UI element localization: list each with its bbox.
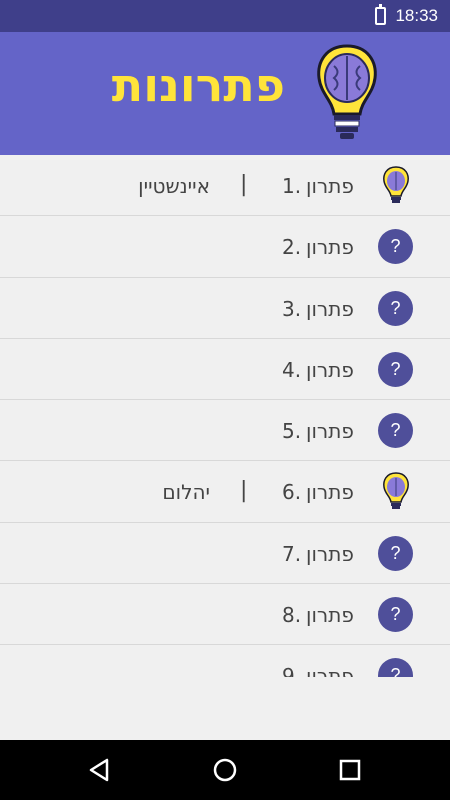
- solution-number: 5.: [282, 419, 302, 444]
- lightbulb-icon: [383, 472, 409, 510]
- question-icon: ?: [378, 413, 413, 449]
- solution-answer: איינשטיין: [138, 174, 210, 198]
- lightbulb-icon: [383, 166, 409, 203]
- header: פתרונות: [0, 32, 450, 155]
- solution-number: 6.: [282, 480, 302, 505]
- solution-label: פתרון: [306, 419, 354, 444]
- solution-number: 7.: [282, 541, 302, 566]
- question-icon: ?: [378, 229, 413, 265]
- solution-label: פתרון: [306, 541, 354, 566]
- navigation-bar: [0, 740, 450, 800]
- page-title: פתרונות: [111, 58, 285, 112]
- question-icon: ?: [378, 597, 413, 633]
- question-icon: ?: [378, 535, 413, 571]
- solution-row-7[interactable]: 7. פתרון ?: [0, 522, 450, 585]
- solution-row-5[interactable]: 5. פתרון ?: [0, 400, 450, 462]
- solution-label: פתרון: [306, 357, 354, 382]
- solution-label: פתרון: [306, 480, 354, 505]
- solution-label: פתרון: [306, 664, 354, 677]
- solution-row-1[interactable]: איינשטיין | 1. פתרון: [0, 155, 450, 217]
- solution-row-2[interactable]: 2. פתרון ?: [0, 216, 450, 278]
- solution-label: פתרון: [306, 174, 354, 198]
- battery-icon: [375, 4, 386, 25]
- recents-icon[interactable]: [335, 755, 365, 785]
- solution-number: 3.: [282, 296, 302, 321]
- solution-number: 1.: [282, 174, 302, 198]
- solution-number: 8.: [282, 603, 302, 628]
- question-icon: ?: [378, 351, 413, 387]
- solution-row-8[interactable]: 8. פתרון ?: [0, 584, 450, 646]
- question-icon: ?: [378, 290, 413, 326]
- solutions-list: איינשטיין | 1. פתרון 2. פתרון ? 3. פתרון…: [0, 155, 450, 677]
- lightbulb-brain-icon: [317, 44, 377, 139]
- solution-number: 2.: [282, 235, 302, 260]
- footer-area: [0, 677, 450, 740]
- back-icon[interactable]: [85, 755, 115, 785]
- solution-number: 9.: [282, 664, 302, 677]
- solution-label: פתרון: [306, 235, 354, 260]
- status-time: 18:33: [395, 6, 438, 25]
- solution-label: פתרון: [306, 296, 354, 321]
- solution-label: פתרון: [306, 603, 354, 628]
- question-icon: ?: [378, 658, 413, 677]
- solution-number: 4.: [282, 357, 302, 382]
- solution-row-4[interactable]: 4. פתרון ?: [0, 338, 450, 401]
- solution-row-3[interactable]: 3. פתרון ?: [0, 277, 450, 339]
- solution-row-6[interactable]: יהלום | 6. פתרון: [0, 461, 450, 523]
- status-bar: 18:33: [0, 0, 450, 32]
- separator: |: [240, 172, 248, 197]
- solution-row-9[interactable]: 9. פתרון ?: [0, 645, 450, 677]
- home-icon[interactable]: [210, 755, 240, 785]
- separator: |: [240, 478, 248, 504]
- solution-answer: יהלום: [162, 480, 210, 505]
